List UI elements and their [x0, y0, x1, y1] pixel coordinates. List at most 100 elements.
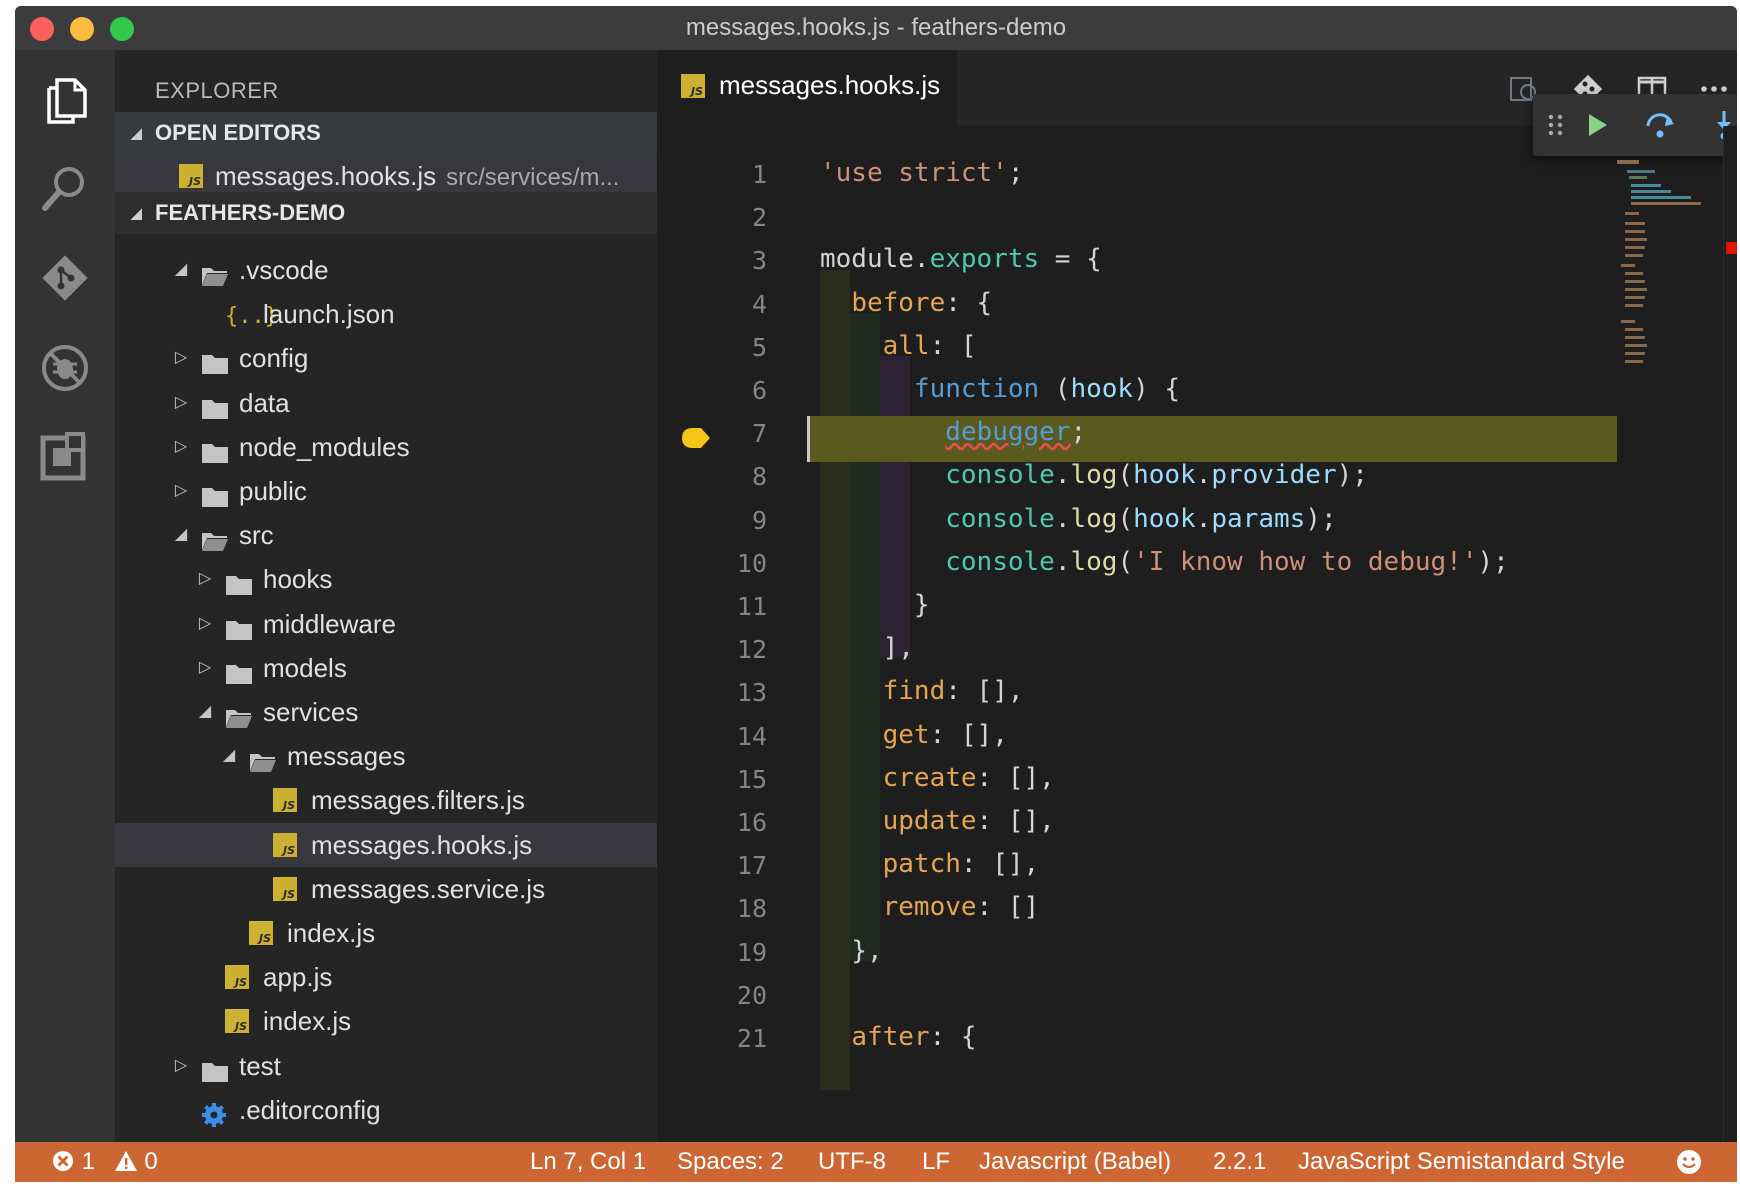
chevron-right-icon[interactable]: ▷: [173, 381, 189, 425]
tree-item-label: data: [239, 387, 290, 418]
continue-icon[interactable]: [1579, 108, 1613, 142]
code-line[interactable]: update: [],: [820, 806, 1055, 836]
folder-open-icon: [249, 743, 277, 773]
tree-item[interactable]: ▷ public: [115, 469, 657, 513]
chevron-down-icon[interactable]: ◢: [173, 248, 189, 292]
debug-toolbar: [1533, 94, 1737, 156]
line-number: 4: [751, 289, 767, 319]
code-line[interactable]: },: [820, 936, 882, 966]
tree-item[interactable]: JS app.js: [115, 955, 657, 999]
drag-handle-icon[interactable]: [1539, 108, 1573, 142]
code-line[interactable]: get: [],: [820, 720, 1008, 750]
step-over-icon[interactable]: [1643, 108, 1677, 142]
tree-item[interactable]: ▷ middleware: [115, 602, 657, 646]
tree-item[interactable]: ▷ test: [115, 1044, 657, 1088]
language-mode[interactable]: Javascript (Babel): [979, 1142, 1171, 1182]
code-line[interactable]: module.exports = {: [820, 244, 1102, 274]
code-line[interactable]: console.log('I know how to debug!');: [820, 547, 1509, 577]
error-count: 1: [81, 1148, 96, 1175]
search-icon[interactable]: [37, 160, 93, 216]
tree-item[interactable]: JS messages.service.js: [115, 867, 657, 911]
minimap[interactable]: [1617, 160, 1717, 410]
code-line[interactable]: all: [: [820, 331, 977, 361]
chevron-down-icon[interactable]: ◢: [197, 690, 213, 734]
tree-item[interactable]: ▷ models: [115, 646, 657, 690]
code-line[interactable]: debugger;: [820, 417, 1086, 447]
tree-item[interactable]: ◢ messages: [115, 734, 657, 778]
code-line[interactable]: find: [],: [820, 676, 1024, 706]
tree-item-label: app.js: [263, 962, 333, 993]
folder-icon: [201, 434, 229, 463]
chevron-down-icon[interactable]: ◢: [173, 513, 189, 557]
indentation-setting[interactable]: Spaces: 2: [677, 1142, 784, 1182]
tab-messages-hooks[interactable]: JS messages.hooks.js: [657, 50, 957, 126]
chevron-right-icon[interactable]: ▷: [173, 336, 189, 380]
tree-item[interactable]: JS index.js: [115, 999, 657, 1043]
line-number: 11: [736, 592, 767, 621]
tree-item[interactable]: JS index.js: [115, 911, 657, 955]
problems-indicator[interactable]: 1 0: [51, 1142, 158, 1182]
folder-icon: [225, 655, 253, 684]
line-number: 16: [736, 808, 767, 837]
tree-item-label: messages.service.js: [311, 873, 546, 904]
tree-item[interactable]: ▷ hooks: [115, 557, 657, 601]
tree-item[interactable]: JS messages.filters.js: [115, 778, 657, 822]
code-line[interactable]: function (hook) {: [820, 374, 1180, 404]
tree-item[interactable]: ◢ src: [115, 513, 657, 557]
chevron-right-icon[interactable]: ▷: [197, 557, 213, 601]
encoding-setting[interactable]: UTF-8: [818, 1142, 886, 1182]
tree-item[interactable]: JS messages.hooks.js: [115, 822, 657, 867]
tree-item-label: public: [239, 476, 307, 506]
chevron-right-icon[interactable]: ▷: [197, 646, 213, 690]
project-header[interactable]: ◢ FEATHERS-DEMO: [115, 192, 657, 234]
chevron-right-icon[interactable]: ▷: [197, 602, 213, 646]
tree-item[interactable]: ▷ config: [115, 336, 657, 380]
version-indicator[interactable]: 2.2.1: [1213, 1142, 1266, 1182]
extensions-icon[interactable]: [37, 428, 93, 484]
warning-count: 0: [144, 1148, 158, 1175]
code-line[interactable]: remove: []: [820, 892, 1040, 922]
eol-setting[interactable]: LF: [922, 1142, 950, 1182]
tree-item-label: services: [263, 697, 359, 727]
code-line[interactable]: patch: [],: [820, 849, 1040, 879]
tree-item-label: index.js: [287, 918, 376, 948]
tree-item-label: .editorconfig: [239, 1094, 381, 1125]
tree-item[interactable]: .editorconfig: [115, 1088, 657, 1132]
open-editors-header[interactable]: ◢ OPEN EDITORS: [115, 112, 657, 154]
tree-item-label: hooks: [263, 564, 333, 595]
tree-item[interactable]: ▷ data: [115, 381, 657, 425]
chevron-right-icon[interactable]: ▷: [173, 469, 189, 513]
code-line[interactable]: console.log(hook.params);: [820, 504, 1336, 534]
chevron-right-icon[interactable]: ▷: [173, 425, 189, 469]
chevron-down-icon[interactable]: ◢: [221, 734, 237, 778]
smiley-feedback-icon[interactable]: [1675, 1148, 1703, 1176]
code-line[interactable]: 'use strict';: [820, 158, 1024, 188]
error-marker: [1726, 242, 1737, 254]
code-line[interactable]: ],: [820, 633, 914, 663]
line-number: 8: [751, 462, 767, 492]
line-number: 6: [751, 376, 767, 405]
code-line[interactable]: }: [820, 590, 930, 620]
window-title: messages.hooks.js - feathers-demo: [685, 14, 1067, 41]
tab-title: messages.hooks.js: [719, 70, 941, 100]
source-control-icon[interactable]: [37, 250, 93, 306]
status-bar: 1 0 Ln 7, Col 1 Spaces: 2 UTF-8 LF Javas…: [15, 1142, 1737, 1182]
tree-item[interactable]: ◢ services: [115, 690, 657, 734]
code-line[interactable]: console.log(hook.provider);: [820, 460, 1368, 490]
editor-scrollbar[interactable]: [1723, 126, 1737, 1142]
tree-item[interactable]: ◢ .vscode: [115, 248, 657, 292]
tree-item[interactable]: ▷ node_modules: [115, 425, 657, 469]
code-line[interactable]: before: {: [820, 288, 992, 318]
title-bar: messages.hooks.js - feathers-demo: [15, 6, 1737, 50]
chevron-right-icon[interactable]: ▷: [173, 1044, 189, 1088]
explorer-title: EXPLORER: [155, 78, 279, 103]
code-line[interactable]: after: {: [820, 1022, 976, 1052]
folder-open-icon: [201, 522, 229, 552]
debug-icon[interactable]: [37, 340, 93, 396]
cursor-position[interactable]: Ln 7, Col 1: [530, 1142, 646, 1182]
tree-item[interactable]: {..} launch.json: [115, 292, 657, 336]
explorer-icon[interactable]: [37, 72, 93, 128]
linter-indicator[interactable]: JavaScript Semistandard Style: [1298, 1142, 1625, 1182]
line-number: 20: [736, 980, 767, 1010]
code-line[interactable]: create: [],: [820, 763, 1055, 793]
